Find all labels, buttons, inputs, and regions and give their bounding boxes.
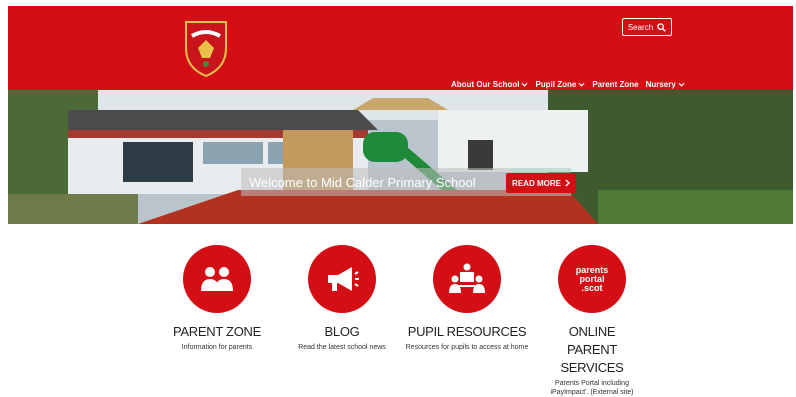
tile-title: ONLINE PARENT SERVICES (560, 324, 624, 375)
tile-desc: Read the latest school news (298, 344, 386, 351)
site-header: Search About Our School Pupil Zone Paren… (8, 6, 793, 90)
tile-desc: Information for parents (181, 344, 253, 351)
tile-desc: Resources for pupils to access at home (405, 344, 529, 351)
school-crest-icon[interactable] (182, 18, 230, 78)
nav-label: Nursery (645, 80, 676, 89)
main-nav: About Our School Pupil Zone Parent Zone … (451, 80, 685, 89)
nav-item-about[interactable]: About Our School (451, 80, 528, 89)
parents-portal-icon: parents portal .scot (558, 245, 626, 313)
search-label: Search (627, 22, 654, 32)
chevron-down-icon (678, 82, 685, 87)
search-button[interactable]: Search (622, 18, 672, 36)
nav-label: About Our School (451, 80, 520, 89)
chevron-down-icon (578, 82, 585, 87)
portal-logo-text: parents portal .scot (575, 264, 609, 293)
tile-blog[interactable]: BLOG Read the latest school news (277, 245, 407, 352)
tile-title: PARENT ZONE (173, 324, 261, 339)
tile-online-parent-services[interactable]: parents portal .scot ONLINE PARENT SERVI… (527, 245, 657, 397)
welcome-banner: Welcome to Mid Calder Primary School REA… (241, 168, 576, 196)
chevron-down-icon (521, 82, 528, 87)
megaphone-icon (308, 245, 376, 313)
read-more-label: READ MORE (512, 178, 561, 188)
nav-item-pupil-zone[interactable]: Pupil Zone (535, 80, 585, 89)
pupils-icon (433, 245, 501, 313)
nav-item-nursery[interactable]: Nursery (646, 80, 685, 89)
school-photo (8, 90, 793, 224)
search-icon (657, 22, 666, 32)
tile-title: PUPIL RESOURCES (407, 324, 527, 339)
tile-parent-zone[interactable]: PARENT ZONE Information for parents (152, 245, 282, 352)
chevron-right-icon (565, 179, 570, 187)
nav-label: Parent Zone (592, 80, 639, 89)
nav-label: Pupil Zone (535, 80, 577, 89)
tile-desc: Parents Portal including iPayImpact'. (E… (550, 380, 634, 396)
read-more-button[interactable]: READ MORE (506, 173, 576, 193)
welcome-text: Welcome to Mid Calder Primary School (249, 174, 476, 190)
tile-pupil-resources[interactable]: PUPIL RESOURCES Resources for pupils to … (402, 245, 532, 352)
parents-icon (183, 245, 251, 313)
tile-title: BLOG (324, 324, 360, 339)
hero-banner: Welcome to Mid Calder Primary School REA… (8, 90, 793, 224)
nav-item-parent-zone[interactable]: Parent Zone (592, 80, 638, 89)
